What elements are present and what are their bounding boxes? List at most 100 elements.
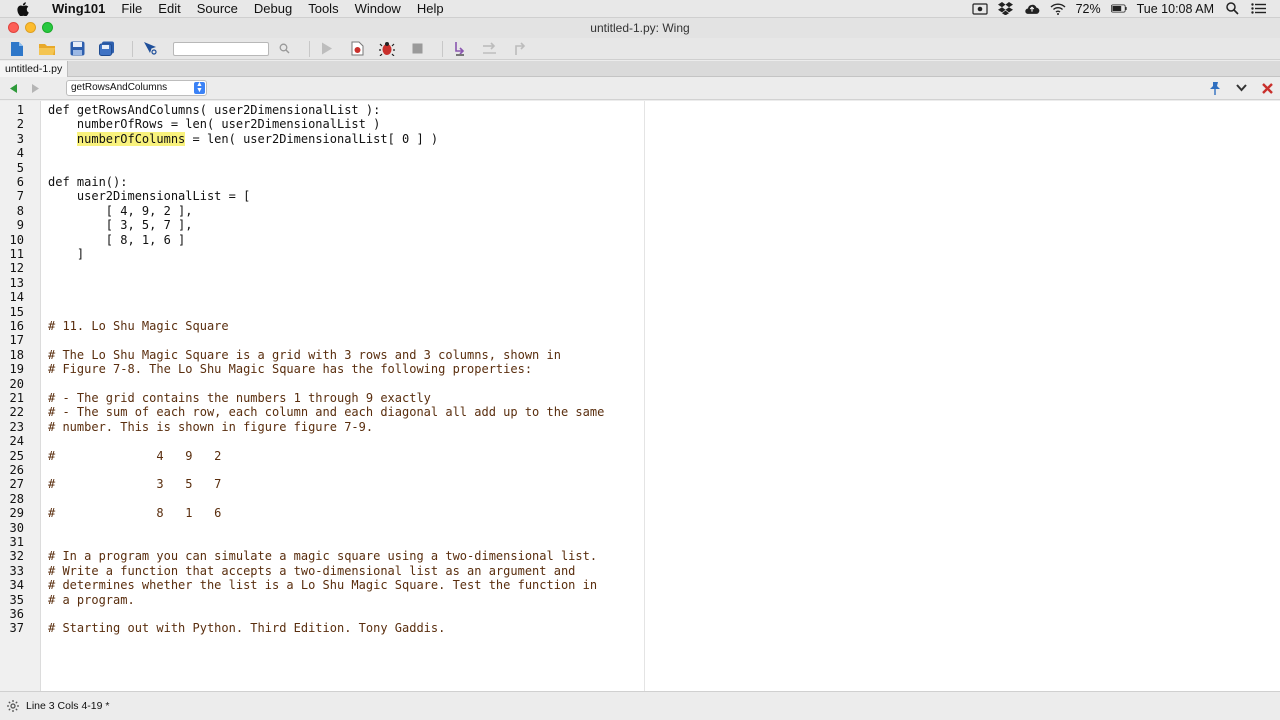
code-line[interactable]: user2DimensionalList = [: [48, 189, 250, 203]
code-line[interactable]: numberOfRows = len( user2DimensionalList…: [48, 117, 380, 131]
minimize-window-button[interactable]: [25, 22, 36, 33]
zoom-window-button[interactable]: [42, 22, 53, 33]
code-line[interactable]: # - The sum of each row, each column and…: [48, 405, 604, 419]
code-line[interactable]: # 11. Lo Shu Magic Square: [48, 319, 229, 333]
line-number: 26: [9, 463, 24, 477]
options-menu-icon[interactable]: [1234, 80, 1248, 96]
line-number: 11: [9, 247, 24, 261]
line-number: 1: [16, 103, 24, 117]
window-title: untitled-1.py: Wing: [590, 21, 690, 35]
close-editor-icon[interactable]: [1260, 80, 1274, 96]
selected-identifier: numberOfColumns: [76, 131, 186, 146]
line-number: 36: [9, 607, 24, 621]
code-line[interactable]: # determines whether the list is a Lo Sh…: [48, 578, 597, 592]
scope-dropdown[interactable]: getRowsAndColumns ▲ ▼: [66, 80, 207, 96]
line-number: 37: [9, 621, 24, 636]
code-line[interactable]: # 8 1 6: [48, 506, 221, 520]
step-into-icon[interactable]: [449, 39, 471, 59]
code-line[interactable]: # In a program you can simulate a magic …: [48, 549, 597, 563]
tab-untitled-1[interactable]: untitled-1.py: [0, 61, 69, 77]
save-all-icon[interactable]: [96, 39, 118, 59]
editor-nav-bar: getRowsAndColumns ▲ ▼: [0, 77, 1280, 100]
menu-window[interactable]: Window: [347, 0, 409, 18]
code-line[interactable]: # The Lo Shu Magic Square is a grid with…: [48, 348, 561, 362]
editor-tab-strip: untitled-1.py: [0, 61, 1280, 77]
scope-dropdown-value: getRowsAndColumns: [71, 82, 168, 93]
code-line[interactable]: numberOfColumns = len( user2DimensionalL…: [48, 131, 438, 146]
step-out-icon[interactable]: [509, 39, 531, 59]
toolbar-search-input[interactable]: [173, 41, 269, 56]
code-line[interactable]: # 4 9 2: [48, 449, 221, 463]
code-line[interactable]: # Write a function that accepts a two-di…: [48, 564, 575, 578]
step-over-icon[interactable]: [479, 39, 501, 59]
code-line[interactable]: # - The grid contains the numbers 1 thro…: [48, 391, 431, 405]
code-line[interactable]: # number. This is shown in figure figure…: [48, 420, 373, 434]
stop-icon[interactable]: [406, 39, 428, 59]
spotlight-search-icon[interactable]: [1224, 2, 1240, 16]
line-number: 6: [16, 175, 24, 189]
code-line[interactable]: def getRowsAndColumns( user2DimensionalL…: [48, 103, 380, 117]
dropdown-stepper-icon: ▲ ▼: [194, 81, 205, 94]
dropbox-icon[interactable]: [998, 2, 1014, 16]
code-line[interactable]: [ 3, 5, 7 ],: [48, 218, 193, 232]
line-number: 10: [9, 232, 24, 247]
apple-icon[interactable]: [14, 0, 32, 18]
line-number: 25: [9, 448, 24, 463]
menu-file[interactable]: File: [113, 0, 150, 18]
line-number: 32: [9, 549, 24, 564]
line-number: 34: [9, 578, 24, 593]
pin-icon[interactable]: [1208, 80, 1222, 96]
menu-bar: Wing101 File Edit Source Debug Tools Win…: [0, 0, 1280, 18]
code-line[interactable]: # Figure 7-8. The Lo Shu Magic Square ha…: [48, 362, 532, 376]
toolbar-separator: [132, 40, 133, 57]
notification-center-icon[interactable]: [1250, 2, 1266, 16]
open-folder-icon[interactable]: [36, 39, 58, 59]
debug-bug-icon[interactable]: [376, 39, 398, 59]
battery-icon[interactable]: [1110, 2, 1127, 16]
code-line[interactable]: def main():: [48, 175, 127, 189]
cloud-upload-icon[interactable]: [1024, 2, 1040, 16]
line-number: 13: [9, 275, 24, 290]
wifi-icon[interactable]: [1050, 2, 1066, 16]
line-number: 23: [9, 419, 24, 434]
close-window-button[interactable]: [8, 22, 19, 33]
new-file-icon[interactable]: [6, 39, 28, 59]
debug-file-icon[interactable]: [346, 39, 368, 59]
code-line[interactable]: # a program.: [48, 593, 135, 607]
code-line[interactable]: ]: [48, 247, 84, 261]
search-icon[interactable]: [273, 39, 295, 59]
menu-help[interactable]: Help: [409, 0, 452, 18]
back-arrow-icon[interactable]: [4, 80, 22, 96]
code-line[interactable]: # 3 5 7: [48, 477, 221, 491]
screen-record-icon[interactable]: [971, 2, 988, 16]
gear-icon[interactable]: [6, 699, 20, 713]
line-number: 29: [9, 506, 24, 521]
code-line[interactable]: # Starting out with Python. Third Editio…: [48, 621, 445, 635]
code-line[interactable]: [ 4, 9, 2 ],: [48, 204, 193, 218]
line-number: 2: [16, 117, 24, 132]
menu-edit[interactable]: Edit: [150, 0, 188, 18]
line-number: 27: [9, 477, 24, 492]
line-number: 35: [9, 592, 24, 607]
run-icon[interactable]: [316, 39, 338, 59]
window-controls: [8, 22, 53, 33]
forward-arrow-icon[interactable]: [26, 80, 44, 96]
menu-status-area: 72% Tue 10:08 AM: [971, 0, 1280, 18]
menu-app-name[interactable]: Wing101: [44, 0, 113, 18]
save-icon[interactable]: [66, 39, 88, 59]
code-line[interactable]: [ 8, 1, 6 ]: [48, 233, 185, 247]
code-editor[interactable]: 1 2 3 4 5 6 7 8 9 10 11 12 13 14 15 16 17 18 19 20 21 22 23 24 2…: [0, 101, 1280, 691]
nav-bar-actions: [1208, 80, 1274, 96]
line-number: 19: [9, 362, 24, 377]
line-number: 8: [16, 203, 24, 218]
find-symbol-icon[interactable]: [139, 39, 161, 59]
toolbar-separator: [309, 40, 310, 57]
menu-tools[interactable]: Tools: [300, 0, 346, 18]
line-number: 24: [9, 434, 24, 449]
menu-clock[interactable]: Tue 10:08 AM: [1137, 2, 1214, 16]
menu-source[interactable]: Source: [189, 0, 246, 18]
menu-debug[interactable]: Debug: [246, 0, 300, 18]
toolbar-separator: [442, 40, 443, 57]
line-number: 4: [16, 146, 24, 161]
line-number: 14: [9, 290, 24, 305]
